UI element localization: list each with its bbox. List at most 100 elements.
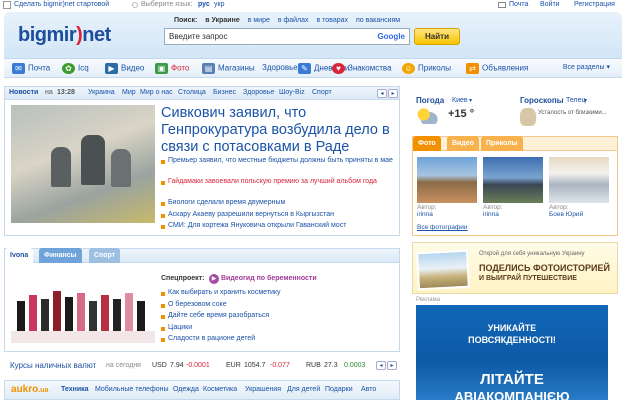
ad-banner[interactable]: УНИКАЙТЕ ПОВСЯКДЕННОСТІ! ЛІТАЙТЕ АВІАКОМ… — [416, 305, 608, 404]
login-link[interactable]: Войти — [540, 1, 560, 8]
list-item[interactable]: Как выбирать и хранить косметику — [161, 289, 397, 301]
currency-next-icon[interactable]: ▸ — [387, 361, 397, 370]
list-item[interactable]: Аскару Акаеву разрешили вернуться в Кырг… — [161, 211, 397, 223]
news-title[interactable]: Новости — [9, 89, 38, 96]
list-item[interactable]: СМИ: Для кортежа Януковича открыли Гаван… — [161, 222, 397, 234]
play-icon: ▶ — [209, 274, 219, 284]
promo-banner[interactable]: Открой для себя уникальную Украину ПОДЕЛ… — [412, 242, 618, 294]
photo-author[interactable]: Боев Юрий — [549, 211, 583, 218]
tab-jokes[interactable]: Приколы — [481, 136, 523, 151]
tab-finance[interactable]: Финансы — [39, 248, 82, 263]
news-tab-sport[interactable]: Спорт — [312, 89, 332, 96]
service-jokes[interactable]: ☺ Приколы — [402, 63, 451, 75]
envelope-icon — [498, 2, 506, 8]
special-link[interactable]: Видеогид по беременности — [221, 275, 317, 282]
aukro-cat[interactable]: Техника — [61, 386, 89, 393]
news-tab-business[interactable]: Бизнес — [213, 89, 236, 96]
service-ads[interactable]: ⇄ Объявления — [466, 63, 528, 75]
horoscope-title[interactable]: Гороскопы — [520, 96, 564, 105]
aukro-cat[interactable]: Мобильные телефоны — [95, 386, 169, 393]
currency-prev-icon[interactable]: ◂ — [376, 361, 386, 370]
search-button[interactable]: Найти — [414, 28, 460, 45]
cosmetics-photo[interactable] — [11, 271, 155, 345]
register-link[interactable]: Регистрация — [574, 1, 615, 8]
aukro-cat[interactable]: Авто — [361, 386, 376, 393]
promo-line2: И ВЫИГРАЙ ПУТЕШЕСТВИЕ — [479, 275, 577, 282]
aukro-cat[interactable]: Для детей — [287, 386, 320, 393]
icq-flower-icon: ✿ — [62, 63, 75, 74]
list-item[interactable]: Сладости в рационе детей — [161, 335, 397, 347]
photo-author[interactable]: irinna — [483, 211, 499, 218]
search-tab-files[interactable]: в файлах — [278, 17, 309, 24]
lang-ru[interactable]: рус — [198, 1, 210, 8]
mail-link[interactable]: Почта — [509, 1, 528, 8]
currency-code: RUB — [306, 362, 321, 369]
aukro-cat[interactable]: Косметика — [203, 386, 237, 393]
news-tab-health[interactable]: Здоровье — [243, 89, 274, 96]
tab-sport[interactable]: Спорт — [89, 248, 121, 263]
list-item[interactable]: О березовом соке — [161, 301, 397, 313]
news-tab-world-about-us[interactable]: Мир о нас — [140, 89, 173, 96]
news-tab-world[interactable]: Мир — [122, 89, 136, 96]
chevron-down-icon[interactable]: ▾ — [469, 97, 472, 104]
service-health[interactable]: Здоровье — [262, 63, 298, 75]
chevron-down-icon[interactable]: ▾ — [584, 97, 587, 104]
ad-line1: УНИКАЙТЕ — [487, 323, 537, 333]
service-photo[interactable]: ▣ Фото — [155, 63, 189, 75]
weather-title[interactable]: Погода — [416, 96, 444, 105]
service-mail[interactable]: ✉ Почта — [12, 63, 50, 75]
photo-author[interactable]: irinna — [417, 211, 433, 218]
photo-thumb[interactable] — [483, 157, 543, 203]
photo-thumb[interactable] — [417, 157, 477, 203]
photo-thumb[interactable] — [549, 157, 609, 203]
news-next-icon[interactable]: ▸ — [388, 89, 398, 98]
service-dating[interactable]: ♥ Знакомства — [332, 63, 392, 75]
aukro-cat[interactable]: Одежда — [173, 386, 199, 393]
news-tab-capital[interactable]: Столица — [178, 89, 206, 96]
search-tab-goods[interactable]: в товарах — [317, 17, 349, 24]
list-item[interactable]: Гайдамаки завоевали польскую премию за л… — [161, 178, 397, 199]
news-prev-icon[interactable]: ◂ — [377, 89, 387, 98]
logo[interactable]: bigmir)net — [18, 24, 111, 47]
tab-photo[interactable]: Фото — [413, 136, 441, 151]
list-item[interactable]: Премьер заявил, что местные бюджеты долж… — [161, 157, 397, 178]
news-photo[interactable] — [11, 105, 155, 223]
search-tab-jobs[interactable]: по вакансиям — [356, 17, 400, 24]
aukro-cat[interactable]: Подарки — [325, 386, 353, 393]
search-tab-world[interactable]: в мире — [248, 17, 270, 24]
tab-video[interactable]: Видео — [447, 136, 479, 151]
arrows-icon: ⇄ — [466, 63, 479, 74]
photo-lipstick — [65, 297, 73, 331]
lang-uk[interactable]: укр — [214, 1, 224, 8]
list-item[interactable]: Цацики — [161, 324, 397, 336]
search-tab-ukraine[interactable]: в Украине — [205, 17, 239, 24]
service-shops[interactable]: ▤ Магазины — [202, 63, 255, 75]
photo-icon: ▣ — [155, 63, 168, 74]
horoscope-sign[interactable]: Телец — [566, 97, 586, 104]
news-tab-showbiz[interactable]: Шоу-Biz — [279, 89, 305, 96]
promo-line1: ПОДЕЛИСЬ ФОТОИСТОРИЕЙ — [479, 263, 610, 273]
heart-icon: ♥ — [332, 63, 345, 74]
photo-lipstick — [29, 295, 37, 331]
make-start-link[interactable]: Сделать bigmir)net стартовой — [14, 1, 109, 8]
news-headline[interactable]: Сивкович заявил, что Генпрокуратура возб… — [161, 105, 393, 156]
all-services-link[interactable]: Все разделы ▾ — [563, 63, 610, 71]
aukro-logo[interactable]: aukro.ua — [11, 384, 48, 395]
search-placeholder: Введите запрос — [169, 32, 228, 41]
photo-lipstick — [101, 295, 109, 331]
news-tab-ukraine[interactable]: Украина — [88, 89, 115, 96]
weather-horoscope-block: Погода Киев ▾ +15 ° Гороскопы Телец ▾ Ус… — [414, 94, 620, 130]
service-icq[interactable]: ✿ Icq — [62, 63, 89, 75]
weather-city[interactable]: Киев — [452, 97, 468, 104]
tab-ivona[interactable]: Ivona — [5, 248, 34, 263]
list-item[interactable]: Дайте себе время разобраться — [161, 312, 397, 324]
currency-title[interactable]: Курсы наличных валют — [10, 361, 96, 370]
photo-lipstick — [77, 293, 85, 331]
weather-temp: +15 ° — [448, 108, 475, 120]
service-video[interactable]: ▶ Видео — [105, 63, 144, 75]
checkbox-icon[interactable] — [3, 1, 11, 9]
search-input[interactable]: Введите запрос Google — [164, 28, 410, 45]
list-item[interactable]: Биологи сделали время двумерным — [161, 199, 397, 211]
all-photos-link[interactable]: Все фотографии — [417, 224, 468, 231]
aukro-cat[interactable]: Украшения — [245, 386, 281, 393]
